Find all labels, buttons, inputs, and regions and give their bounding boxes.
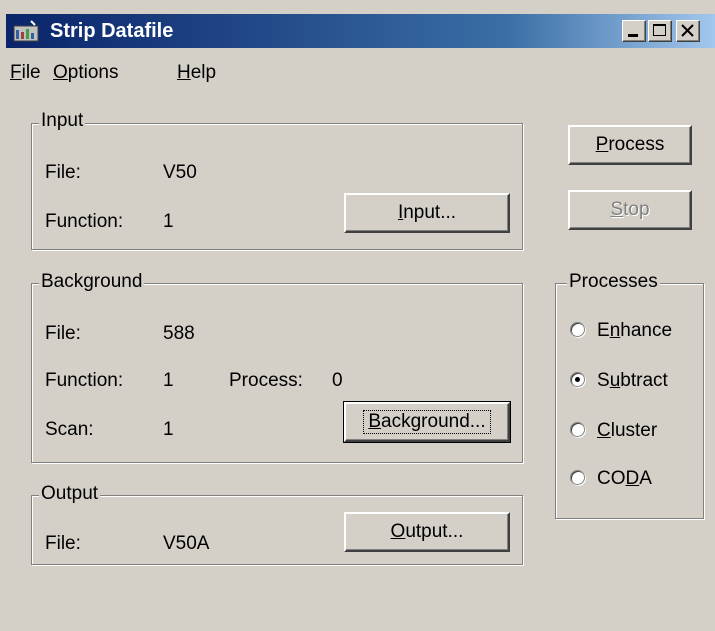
minimize-button[interactable] <box>622 20 646 42</box>
title-bar[interactable]: Strip Datafile <box>6 14 715 48</box>
radio-cluster[interactable] <box>570 422 585 437</box>
maximize-button[interactable] <box>648 20 672 42</box>
close-icon <box>681 24 694 37</box>
background-scan-label: Scan: <box>45 419 94 440</box>
output-file-label: File: <box>45 533 81 554</box>
processes-group-legend: Processes <box>567 271 660 293</box>
background-function-label: Function: <box>45 370 124 391</box>
output-file-value: V50A <box>163 533 210 554</box>
background-file-label: File: <box>45 323 81 344</box>
menu-options[interactable]: Options <box>53 62 118 84</box>
radio-enhance-label[interactable]: Enhance <box>597 320 672 342</box>
input-function-label: Function: <box>45 211 124 232</box>
background-file-value: 588 <box>163 323 195 344</box>
input-group-legend: Input <box>39 110 86 132</box>
input-button[interactable]: Input... <box>344 193 510 233</box>
background-scan-value: 1 <box>163 419 174 440</box>
radio-cluster-label[interactable]: Cluster <box>597 420 657 442</box>
radio-subtract[interactable] <box>570 372 585 387</box>
window-title: Strip Datafile <box>50 20 174 42</box>
menu-bar: File Options Help <box>0 52 715 92</box>
radio-coda-label[interactable]: CODA <box>597 468 652 490</box>
radio-coda[interactable] <box>570 470 585 485</box>
background-process-label: Process: <box>229 370 303 391</box>
radio-enhance[interactable] <box>570 322 585 337</box>
close-button[interactable] <box>676 20 700 42</box>
process-button[interactable]: Process <box>568 125 692 165</box>
background-button[interactable]: Background... <box>343 401 511 443</box>
menu-file[interactable]: File <box>10 62 41 84</box>
stop-button[interactable]: Stop <box>568 190 692 230</box>
input-file-value: V50 <box>163 162 197 183</box>
menu-help[interactable]: Help <box>177 62 216 84</box>
input-function-value: 1 <box>163 211 174 232</box>
background-group-legend: Background <box>39 271 145 293</box>
background-function-value: 1 <box>163 370 174 391</box>
app-icon <box>13 20 39 42</box>
minimize-icon <box>628 34 638 37</box>
background-process-value: 0 <box>332 370 343 391</box>
radio-subtract-label[interactable]: Subtract <box>597 370 668 392</box>
maximize-icon <box>653 24 666 36</box>
radio-selected-dot <box>575 377 580 382</box>
output-group-legend: Output <box>39 483 101 505</box>
output-button[interactable]: Output... <box>344 512 510 552</box>
input-file-label: File: <box>45 162 81 183</box>
